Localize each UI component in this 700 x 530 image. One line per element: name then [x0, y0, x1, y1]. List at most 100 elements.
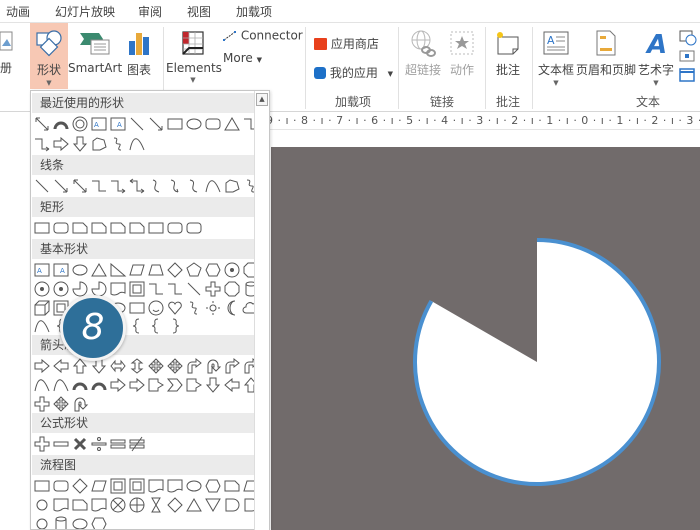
shape-rect-icon[interactable] [166, 115, 184, 133]
shape-elbow-arrow-icon[interactable] [33, 135, 51, 153]
shape-frame-icon[interactable] [128, 280, 146, 298]
shape-bent-icon[interactable] [223, 357, 241, 375]
shape-minus-icon[interactable] [52, 435, 70, 453]
shape-doc-icon[interactable] [109, 280, 127, 298]
shape-rect-icon[interactable] [33, 219, 51, 237]
shape-elbow-icon[interactable] [147, 280, 165, 298]
store-button[interactable]: 应用商店 [314, 35, 394, 52]
shape-diamond-icon[interactable] [71, 477, 89, 495]
slide-number-icon[interactable] [679, 50, 695, 62]
shape-lr-arrow-icon[interactable] [109, 357, 127, 375]
shape-diamond-icon[interactable] [166, 496, 184, 514]
tab-view[interactable]: 视图 [187, 3, 211, 20]
shape-brace2-icon[interactable] [166, 317, 184, 335]
shape-down-arrow-icon[interactable] [71, 135, 89, 153]
shape-line-icon[interactable] [185, 280, 203, 298]
shape-rect-icon[interactable] [147, 219, 165, 237]
shape-line-arrow2-icon[interactable] [33, 115, 51, 133]
shape-bow-icon[interactable] [33, 317, 51, 335]
shape-brace-icon[interactable] [128, 317, 146, 335]
shape-pentagon-icon[interactable] [185, 261, 203, 279]
shape-rrect-icon[interactable] [166, 219, 184, 237]
shape-elbow-icon[interactable] [166, 280, 184, 298]
shape-vtext-icon[interactable]: A [52, 261, 70, 279]
shape-ellipse-icon[interactable] [185, 115, 203, 133]
shape-rrect-icon[interactable] [204, 115, 222, 133]
shape-scribble-icon[interactable] [185, 299, 203, 317]
shape-textbox-icon[interactable]: A [90, 115, 108, 133]
action-button[interactable]: 动作 [446, 29, 478, 78]
shape-bent-icon[interactable] [185, 357, 203, 375]
shape-hexagon-icon[interactable] [204, 261, 222, 279]
shape-hourglass-icon[interactable] [147, 496, 165, 514]
shape-snip-icon[interactable] [109, 219, 127, 237]
shape-ellipse-icon[interactable] [185, 477, 203, 495]
shapes-button[interactable]: 形状 ▼ [30, 29, 68, 88]
shape-textbox-icon[interactable]: A [33, 261, 51, 279]
shape-brace-icon[interactable] [147, 317, 165, 335]
shape-freeform-icon[interactable] [223, 177, 241, 195]
shape-right-arrow-icon[interactable] [109, 376, 127, 394]
elements-button[interactable]: Elements ▼ [166, 29, 222, 85]
shape-rrect-icon[interactable] [185, 219, 203, 237]
shape-quad-arrow-icon[interactable] [147, 357, 165, 375]
date-time-icon[interactable] [679, 30, 697, 46]
shape-right-arrow-icon[interactable] [33, 357, 51, 375]
shape-snip-icon[interactable] [71, 496, 89, 514]
shape-callout-icon[interactable] [185, 376, 203, 394]
tab-review[interactable]: 审阅 [138, 3, 162, 20]
shape-uturn-icon[interactable] [204, 357, 222, 375]
shape-xcircle-icon[interactable] [109, 496, 127, 514]
shape-hexagon-icon[interactable] [90, 515, 108, 530]
shape-line-icon[interactable] [128, 115, 146, 133]
shape-doc-icon[interactable] [90, 496, 108, 514]
shape-quad-arrow-icon[interactable] [166, 357, 184, 375]
shape-arc-icon[interactable] [90, 376, 108, 394]
shape-quad-arrow-icon[interactable] [52, 395, 70, 413]
shape-diamond-icon[interactable] [166, 261, 184, 279]
smartart-button[interactable]: SmartArt [68, 29, 122, 75]
shape-doc-icon[interactable] [166, 477, 184, 495]
shape-snip-icon[interactable] [223, 477, 241, 495]
shape-curve2-icon[interactable] [185, 177, 203, 195]
shape-times-icon[interactable] [71, 435, 89, 453]
shape-equal-icon[interactable] [109, 435, 127, 453]
shape-octa-icon[interactable] [223, 280, 241, 298]
shape-chevron-icon[interactable] [166, 376, 184, 394]
shape-sun-icon[interactable] [204, 299, 222, 317]
shape-right-arrow-icon[interactable] [128, 376, 146, 394]
shape-circle-icon[interactable] [33, 496, 51, 514]
shape-smiley-icon[interactable] [147, 299, 165, 317]
shape-right-arrow-icon[interactable] [52, 135, 70, 153]
shape-doc-icon[interactable] [52, 496, 70, 514]
shape-cube-icon[interactable] [33, 299, 51, 317]
shape-tri-icon[interactable] [185, 496, 203, 514]
shapes-panel-scrollbar[interactable]: ▲ [254, 91, 269, 530]
textbox-button[interactable]: A 文本框 ▼ [536, 29, 576, 88]
shape-rrect-icon[interactable] [52, 477, 70, 495]
shape-num-icon[interactable] [223, 261, 241, 279]
hyperlink-button[interactable]: 超链接 [402, 29, 444, 78]
shape-curve-arrow-icon[interactable] [166, 177, 184, 195]
shape-elbow-arrow-icon[interactable] [109, 177, 127, 195]
chart-button[interactable]: 图表 [122, 29, 156, 78]
shape-divide-icon[interactable] [90, 435, 108, 453]
shape-moon-icon[interactable] [223, 299, 241, 317]
photo-album-button[interactable]: 册 [0, 29, 16, 76]
shape-elbow-icon[interactable] [90, 177, 108, 195]
shape-parallelogram-icon[interactable] [128, 261, 146, 279]
shape-tri-icon[interactable] [223, 115, 241, 133]
shape-parallelogram-icon[interactable] [90, 477, 108, 495]
shape-ud-arrow-icon[interactable] [128, 357, 146, 375]
slide[interactable] [271, 147, 700, 530]
wordart-button[interactable]: A 艺术字 ▼ [636, 29, 676, 88]
shape-rect-icon[interactable] [128, 299, 146, 317]
shape-line-arrow2-icon[interactable] [71, 177, 89, 195]
shape-invtri-icon[interactable] [204, 496, 222, 514]
shape-bow-icon[interactable] [52, 376, 70, 394]
shape-arc-icon[interactable] [71, 376, 89, 394]
shape-line-icon[interactable] [33, 177, 51, 195]
shape-notequal-icon[interactable] [128, 435, 146, 453]
shape-rect-icon[interactable] [33, 477, 51, 495]
more-button[interactable]: More ▼ [223, 51, 283, 65]
